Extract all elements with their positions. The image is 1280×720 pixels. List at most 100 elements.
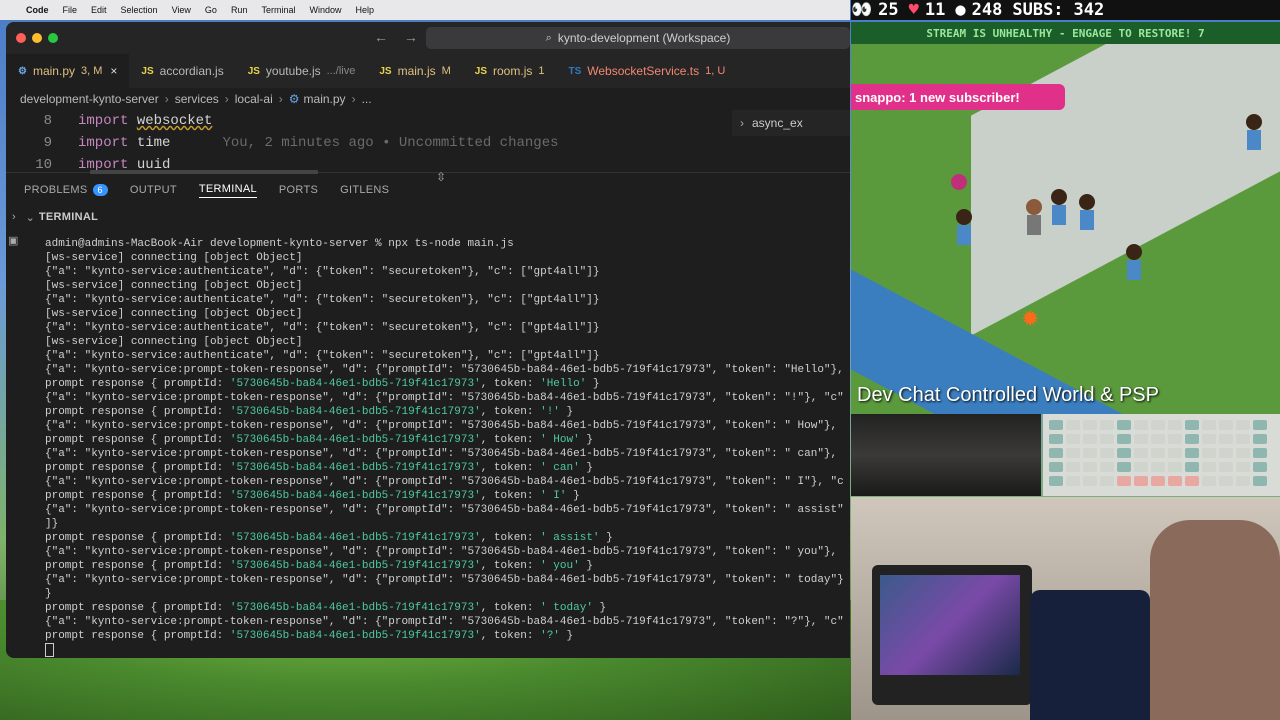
- line-number: 10: [35, 157, 52, 173]
- subs-label: SUBS:: [1012, 0, 1064, 20]
- stream-caption: Dev Chat Controlled World & PSP: [857, 384, 1159, 406]
- keyboard-key: [1083, 448, 1097, 458]
- terminal-line: prompt response { promptId: '5730645b-ba…: [45, 378, 600, 390]
- line-number: 8: [43, 113, 52, 129]
- breadcrumb-item[interactable]: services: [175, 92, 219, 106]
- terminal-prompt: admin@admins-MacBook-Air development-kyn…: [45, 238, 514, 250]
- module-name: websocket: [136, 113, 213, 129]
- keyboard-camera-feed: [1043, 414, 1280, 496]
- sticky-outline[interactable]: › async_ex: [732, 110, 850, 136]
- keyboard-key: [1236, 420, 1250, 430]
- game-avatar: [1126, 244, 1142, 284]
- close-tab-icon[interactable]: ×: [110, 64, 117, 78]
- tab-youtube-js[interactable]: JS youtube.js .../live: [236, 54, 368, 88]
- tab-terminal[interactable]: TERMINAL: [198, 183, 257, 198]
- chevron-right-icon: ›: [164, 92, 169, 106]
- tab-problems[interactable]: PROBLEMS 6: [24, 184, 108, 196]
- line-number: 9: [43, 135, 52, 151]
- tv-screen: [880, 575, 1020, 675]
- keyboard-key: [1049, 476, 1063, 486]
- breadcrumb-item[interactable]: main.py: [304, 92, 346, 106]
- game-avatar: [956, 209, 972, 249]
- chevron-right-icon[interactable]: ›: [12, 211, 16, 223]
- keyboard-key: [1049, 434, 1063, 444]
- terminal-header: › ⌄ TERMINAL: [6, 207, 850, 227]
- mac-menubar: Code File Edit Selection View Go Run Ter…: [0, 0, 850, 20]
- terminal-output[interactable]: admin@admins-MacBook-Air development-kyn…: [45, 237, 850, 658]
- keyboard-key: [1117, 476, 1131, 486]
- breadcrumb-item[interactable]: local-ai: [235, 92, 273, 106]
- back-arrow-icon[interactable]: ←: [374, 29, 388, 45]
- tab-ports[interactable]: PORTS: [279, 184, 318, 196]
- tab-accordian-js[interactable]: JS accordian.js: [129, 54, 235, 88]
- keyboard-key: [1168, 462, 1182, 472]
- terminal-line: {"a": "kynto-service:prompt-token-respon…: [45, 616, 844, 628]
- js-file-icon: JS: [379, 65, 392, 77]
- breadcrumb-item[interactable]: development-kynto-server: [20, 92, 159, 106]
- close-window-button[interactable]: [16, 33, 26, 43]
- menu-help[interactable]: Help: [355, 5, 374, 15]
- keyboard-key: [1185, 434, 1199, 444]
- keyboard-key: [1049, 448, 1063, 458]
- js-file-icon: JS: [474, 65, 488, 77]
- terminal-line: prompt response { promptId: '5730645b-ba…: [45, 434, 593, 446]
- terminal-line: {"a": "kynto-service:prompt-token-respon…: [45, 476, 844, 488]
- terminal-line: [ws-service] connecting [object Object]: [45, 336, 303, 348]
- keyboard-key: [1202, 434, 1216, 444]
- menu-file[interactable]: File: [63, 5, 78, 15]
- terminal-line: prompt response { promptId: '5730645b-ba…: [45, 406, 574, 418]
- resize-sash-icon[interactable]: ⇳: [436, 170, 446, 184]
- vscode-window: ← → ⌕ kynto-development (Workspace) ⚙ ma…: [6, 22, 850, 658]
- breadcrumb-item[interactable]: ...: [362, 92, 372, 106]
- terminal-line: prompt response { promptId: '5730645b-ba…: [45, 462, 593, 474]
- tab-main-js[interactable]: JS main.js M: [367, 54, 462, 88]
- keyboard-key: [1202, 420, 1216, 430]
- keyboard-key: [1202, 462, 1216, 472]
- minimize-window-button[interactable]: [32, 33, 42, 43]
- keyboard-key: [1236, 448, 1250, 458]
- terminal-icon[interactable]: ▣: [8, 234, 18, 247]
- python-file-icon: ⚙: [18, 65, 27, 77]
- menu-go[interactable]: Go: [205, 5, 217, 15]
- zoom-window-button[interactable]: [48, 33, 58, 43]
- menu-selection[interactable]: Selection: [121, 5, 158, 15]
- keyboard-key: [1219, 420, 1233, 430]
- subscriber-notification: snappo: 1 new subscriber!: [851, 84, 1065, 110]
- menu-edit[interactable]: Edit: [91, 5, 107, 15]
- chevron-right-icon: ›: [740, 116, 744, 130]
- terminal-line: }: [45, 588, 52, 600]
- keyboard-key: [1134, 448, 1148, 458]
- streamer: [1150, 520, 1280, 720]
- menu-view[interactable]: View: [172, 5, 191, 15]
- chevron-down-icon[interactable]: ⌄: [26, 211, 35, 224]
- horizontal-scrollbar[interactable]: [90, 170, 318, 174]
- tab-label: youtube.js: [265, 64, 321, 78]
- terminal-line: prompt response { promptId: '5730645b-ba…: [45, 630, 574, 642]
- campfire-icon: ✹: [1021, 306, 1040, 331]
- tab-room-js[interactable]: JS room.js 1: [463, 54, 557, 88]
- forward-arrow-icon[interactable]: →: [404, 29, 418, 45]
- menu-app-name[interactable]: Code: [26, 5, 49, 15]
- menu-run[interactable]: Run: [231, 5, 248, 15]
- tab-websocketservice-ts[interactable]: TS WebsocketService.ts 1, U: [556, 54, 737, 88]
- tab-gitlens[interactable]: GITLENS: [340, 184, 389, 196]
- code-line[interactable]: 9 import time You, 2 minutes ago • Uncom…: [6, 132, 850, 154]
- code-editor[interactable]: 8 import websocket 9 import time You, 2 …: [6, 110, 850, 174]
- keyboard-key: [1100, 420, 1114, 430]
- keyboard-key: [1202, 448, 1216, 458]
- menu-window[interactable]: Window: [309, 5, 341, 15]
- tab-main-py[interactable]: ⚙ main.py 3, M ×: [6, 54, 130, 88]
- tab-output[interactable]: OUTPUT: [130, 184, 177, 196]
- keyboard-key: [1151, 434, 1165, 444]
- menu-terminal[interactable]: Terminal: [261, 5, 295, 15]
- git-blame-annotation: You, 2 minutes ago • Uncommitted changes: [222, 135, 559, 151]
- keyboard-key: [1236, 462, 1250, 472]
- gaming-chair: [1030, 590, 1150, 720]
- tab-badge: 1, U: [705, 65, 726, 77]
- terminal-line: prompt response { promptId: '5730645b-ba…: [45, 490, 580, 502]
- code-line[interactable]: 8 import websocket: [6, 110, 850, 132]
- keyword: import: [78, 135, 129, 151]
- command-center-search[interactable]: ⌕ kynto-development (Workspace): [426, 27, 850, 49]
- keyboard-key: [1066, 448, 1080, 458]
- keyboard-key: [1219, 434, 1233, 444]
